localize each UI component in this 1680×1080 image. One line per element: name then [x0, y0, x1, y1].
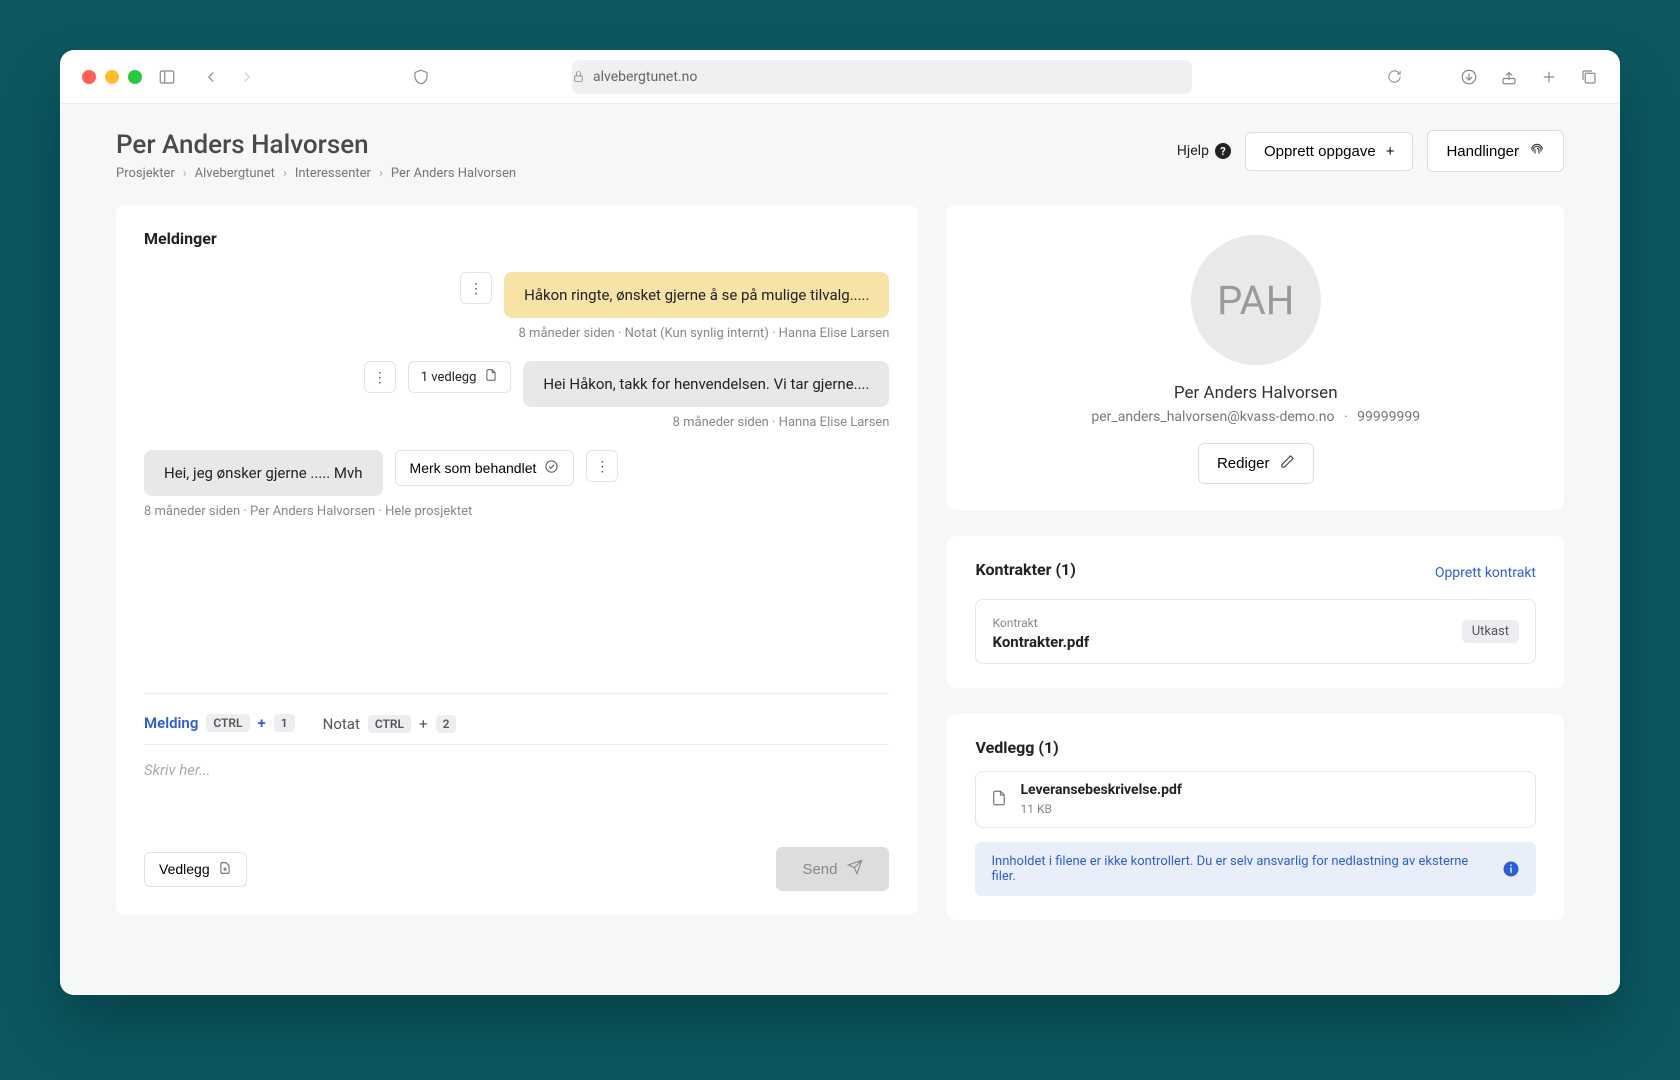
minimize-window-button[interactable]: [105, 70, 119, 84]
fingerprint-icon: [1529, 141, 1545, 161]
send-icon: [847, 859, 863, 879]
message-meta: 8 måneder siden · Per Anders Halvorsen ·…: [144, 504, 889, 519]
contracts-card: Kontrakter (1) Opprett kontrakt Kontrakt…: [947, 536, 1564, 688]
attachment-size: 11 KB: [1020, 802, 1051, 816]
download-icon[interactable]: [1460, 68, 1478, 86]
help-icon: ?: [1215, 143, 1231, 159]
pencil-icon: [1280, 454, 1295, 473]
attachments-info: Innholdet i filene er ikke kontrollert. …: [975, 842, 1536, 896]
page-title: Per Anders Halvorsen: [116, 130, 516, 160]
message-menu-button[interactable]: ⋮: [364, 361, 396, 393]
message-menu-button[interactable]: ⋮: [586, 450, 618, 482]
file-pdf-icon: [990, 789, 1008, 811]
message-row: ⋮ Håkon ringte, ønsket gjerne å se på mu…: [144, 272, 889, 318]
message-bubble-in: Hei, jeg ønsker gjerne ..... Mvh: [144, 450, 383, 496]
profile-card: PAH Per Anders Halvorsen per_anders_halv…: [947, 205, 1564, 510]
back-button[interactable]: [202, 68, 220, 86]
composer-body: Vedlegg Send: [144, 744, 889, 891]
contract-filename: Kontrakter.pdf: [992, 633, 1089, 651]
sidebar-toggle-icon[interactable]: [158, 68, 176, 86]
info-icon: [1502, 860, 1520, 878]
profile-phone[interactable]: 99999999: [1357, 409, 1420, 425]
create-task-button[interactable]: Opprett oppgave +: [1245, 132, 1414, 171]
profile-name: Per Anders Halvorsen: [975, 383, 1536, 403]
browser-chrome: alvebergtunet.no: [60, 50, 1620, 104]
message-meta: 8 måneder siden · Notat (Kun synlig inte…: [144, 326, 889, 341]
check-circle-icon: [544, 459, 559, 477]
message-menu-button[interactable]: ⋮: [460, 272, 492, 304]
create-contract-link[interactable]: Opprett kontrakt: [1435, 565, 1536, 581]
attachment-pill[interactable]: 1 vedlegg: [408, 361, 512, 393]
window-controls: [82, 70, 142, 84]
attach-icon: [218, 861, 232, 878]
composer-tab-note[interactable]: Notat CTRL + 2: [323, 714, 457, 744]
browser-window: alvebergtunet.no Per Anders Halvorsen Pr…: [60, 50, 1620, 995]
app-body: Per Anders Halvorsen Prosjekter › Alvebe…: [60, 104, 1620, 995]
url-text: alvebergtunet.no: [593, 69, 697, 85]
breadcrumb-item[interactable]: Prosjekter: [116, 166, 175, 181]
messages-title: Meldinger: [144, 229, 889, 248]
send-button[interactable]: Send: [776, 847, 889, 891]
info-text: Innholdet i filene er ikke kontrollert. …: [991, 854, 1492, 884]
message-bubble-note: Håkon ringte, ønsket gjerne å se på muli…: [504, 272, 889, 318]
message-meta: 8 måneder siden · Hanna Elise Larsen: [144, 415, 889, 430]
composer-attach-button[interactable]: Vedlegg: [144, 852, 247, 887]
composer-tabs: Melding CTRL + 1 Notat CTRL + 2: [144, 693, 889, 744]
edit-profile-button[interactable]: Rediger: [1198, 443, 1314, 484]
new-tab-icon[interactable]: [1540, 68, 1558, 86]
breadcrumb-item[interactable]: Interessenter: [295, 166, 371, 181]
composer-input[interactable]: [144, 761, 889, 831]
profile-contact: per_anders_halvorsen@kvass-demo.no · 999…: [975, 409, 1536, 425]
avatar: PAH: [1191, 235, 1321, 365]
attachments-card: Vedlegg (1) Leveransebeskrivelse.pdf 11 …: [947, 714, 1564, 920]
actions-button[interactable]: Handlinger: [1427, 130, 1564, 172]
breadcrumb-current: Per Anders Halvorsen: [391, 166, 516, 181]
message-row: ⋮ 1 vedlegg Hei Håkon, takk for henvende…: [144, 361, 889, 407]
tabs-icon[interactable]: [1580, 68, 1598, 86]
close-window-button[interactable]: [82, 70, 96, 84]
help-link[interactable]: Hjelp ?: [1177, 143, 1231, 159]
document-icon: [484, 368, 498, 386]
share-icon[interactable]: [1500, 68, 1518, 86]
maximize-window-button[interactable]: [128, 70, 142, 84]
composer-tab-message[interactable]: Melding CTRL + 1: [144, 714, 295, 744]
breadcrumb-item[interactable]: Alvebergtunet: [195, 166, 275, 181]
page-header: Per Anders Halvorsen Prosjekter › Alvebe…: [116, 130, 1564, 181]
mark-handled-button[interactable]: Merk som behandlet: [395, 450, 575, 486]
attachment-item[interactable]: Leveransebeskrivelse.pdf 11 KB: [975, 771, 1536, 828]
contract-item[interactable]: Kontrakt Kontrakter.pdf Utkast: [975, 599, 1536, 664]
address-bar[interactable]: alvebergtunet.no: [572, 60, 1192, 94]
attachments-title: Vedlegg (1): [975, 738, 1536, 757]
shield-icon[interactable]: [412, 68, 430, 86]
messages-card: Meldinger ⋮ Håkon ringte, ønsket gjerne …: [116, 205, 917, 915]
plus-icon: +: [1386, 143, 1395, 160]
contracts-title: Kontrakter (1): [975, 560, 1075, 579]
contract-status-badge: Utkast: [1462, 620, 1519, 643]
profile-email[interactable]: per_anders_halvorsen@kvass-demo.no: [1091, 409, 1334, 425]
message-bubble-out: Hei Håkon, takk for henvendelsen. Vi tar…: [523, 361, 889, 407]
attachment-filename: Leveransebeskrivelse.pdf: [1020, 782, 1181, 798]
message-row: Hei, jeg ønsker gjerne ..... Mvh Merk so…: [144, 450, 889, 496]
breadcrumb: Prosjekter › Alvebergtunet › Interessent…: [116, 166, 516, 181]
message-list: ⋮ Håkon ringte, ønsket gjerne å se på mu…: [144, 254, 889, 693]
contract-type: Kontrakt: [992, 616, 1037, 630]
forward-button[interactable]: [238, 68, 256, 86]
